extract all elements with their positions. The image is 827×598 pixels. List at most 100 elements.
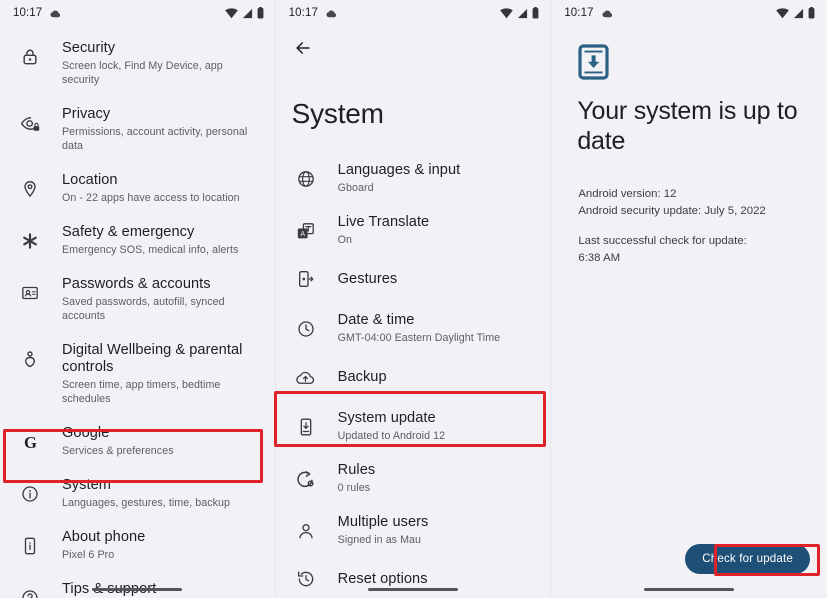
list-item-text: Google Services & preferences: [62, 424, 174, 458]
lock-icon: [16, 43, 44, 71]
list-item[interactable]: Passwords & accounts Saved passwords, aut…: [0, 266, 276, 332]
list-item[interactable]: System Languages, gestures, time, backup: [0, 467, 276, 519]
list-item-title: Digital Wellbeing & parental controls: [62, 342, 243, 375]
list-item[interactable]: A Live Translate On: [276, 204, 552, 256]
home-indicator-right: [644, 587, 734, 591]
wifi-icon: [500, 7, 514, 19]
list-item-text: Multiple users Signed in as Mau: [338, 513, 429, 547]
status-bar-middle: 10:17: [276, 0, 552, 26]
status-bar-right: 10:17: [551, 0, 827, 26]
list-item[interactable]: Digital Wellbeing & parental controls Scr…: [0, 332, 276, 415]
status-time: 10:17: [288, 7, 318, 19]
gestures-icon: [292, 265, 320, 293]
list-item-text: Rules 0 rules: [338, 461, 376, 495]
list-item[interactable]: Gestures: [276, 256, 552, 302]
battery-icon: [808, 7, 815, 19]
list-item-title: Security: [62, 40, 116, 56]
status-icons-middle: [500, 7, 539, 19]
list-item-subtitle: On: [337, 234, 353, 246]
list-item-subtitle: On - 22 apps have access to location: [62, 192, 240, 204]
system-info-icon: [16, 480, 44, 508]
list-item-title: Privacy: [62, 106, 111, 122]
panel-system: 10:17 System Languages & input Gboard A Liv…: [275, 0, 552, 598]
status-bar-left: 10:17: [0, 0, 276, 26]
clock-icon: [292, 315, 320, 343]
wifi-icon: [776, 7, 789, 19]
cloud-icon: [600, 9, 613, 18]
list-item-subtitle: GMT-04:00 Eastern Daylight Time: [337, 332, 501, 344]
list-item-subtitle: Emergency SOS, medical info, alerts: [62, 244, 239, 256]
list-item-text: System Languages, gestures, time, backup: [62, 476, 230, 510]
battery-icon: [532, 7, 539, 19]
list-item[interactable]: Tips & supportHelp articles, phone & cha…: [0, 571, 276, 598]
status-time: 10:17: [13, 7, 43, 19]
page-title: System: [291, 98, 384, 129]
list-item-title: Date & time: [337, 312, 415, 328]
status-icons-left: [224, 7, 264, 19]
cloud-icon: [48, 9, 61, 18]
list-item-subtitle: Screen lock, Find My Device, app securit…: [62, 60, 223, 86]
list-item-text: Date & time GMT-04:00 Eastern Daylight Ti…: [338, 311, 501, 345]
list-item-text: Security Screen lock, Find My Device, app…: [62, 39, 262, 87]
list-item-subtitle: Languages, gestures, time, backup: [62, 497, 231, 509]
list-item[interactable]: Reset options: [276, 556, 552, 598]
list-item-title: Multiple users: [337, 514, 429, 530]
list-item-title: About phone: [62, 529, 146, 545]
android-version-line: Android version: 12: [578, 188, 677, 200]
back-arrow-icon[interactable]: [288, 33, 318, 63]
digital-wellbeing-icon: [16, 345, 44, 373]
list-item-title: Google: [62, 425, 110, 441]
list-item-text: Digital Wellbeing & parental controls Scr…: [62, 341, 262, 406]
google-g-icon: G: [16, 428, 44, 456]
list-item[interactable]: Security Screen lock, Find My Device, app…: [0, 30, 276, 96]
list-item-subtitle: Signed in as Mau: [337, 534, 422, 546]
list-item[interactable]: Date & time GMT-04:00 Eastern Daylight Ti…: [276, 302, 552, 354]
list-item[interactable]: Multiple users Signed in as Mau: [276, 504, 552, 556]
phone-download-icon: [578, 44, 609, 80]
list-item[interactable]: Location On - 22 apps have access to loca…: [0, 162, 276, 214]
list-item[interactable]: G Google Services & preferences: [0, 415, 276, 467]
list-item-text: Privacy Permissions, account activity, pe…: [62, 105, 262, 153]
check-for-update-button[interactable]: Check for update: [685, 544, 810, 574]
list-item-title: Backup: [337, 369, 387, 385]
list-item-subtitle: Screen time, app timers, bedtime schedul…: [62, 379, 221, 405]
list-item-text: Backup: [338, 363, 387, 391]
status-time: 10:17: [564, 7, 594, 19]
update-details: Android version: 12 Android security upd…: [578, 186, 809, 266]
panel-system-update: 10:17 Your system is up to date Android …: [551, 0, 827, 598]
list-item[interactable]: About phone Pixel 6 Pro: [0, 519, 276, 571]
live-translate-icon: A: [292, 217, 320, 245]
rules-icon: [292, 465, 320, 493]
list-item[interactable]: Backup: [276, 354, 552, 400]
list-item-subtitle: Permissions, account activity, personal …: [62, 126, 248, 152]
list-item-title: Safety & emergency: [62, 224, 195, 240]
backup-cloud-icon: [292, 363, 320, 391]
panel-settings: 10:17 Security Screen lock, Find My Devic…: [0, 0, 276, 598]
cloud-icon: [324, 9, 337, 18]
list-item-subtitle: Gboard: [337, 182, 374, 194]
update-status-heading: Your system is up to date: [577, 97, 798, 155]
svg-text:G: G: [24, 433, 37, 452]
last-check-time: 6:38 AM: [578, 251, 621, 264]
list-item-subtitle: Services & preferences: [62, 445, 174, 457]
reset-options-icon: [292, 565, 320, 593]
list-item-title: System: [62, 477, 111, 493]
list-item[interactable]: Safety & emergency Emergency SOS, medical…: [0, 214, 276, 266]
list-item[interactable]: Rules 0 rules: [276, 452, 552, 504]
list-item[interactable]: Privacy Permissions, account activity, pe…: [0, 96, 276, 162]
list-item-text: Live Translate On: [338, 213, 430, 247]
multiple-users-icon: [292, 517, 320, 545]
list-item-subtitle: Pixel 6 Pro: [62, 549, 115, 561]
security-update-line: Android security update: July 5, 2022: [578, 204, 766, 217]
list-item[interactable]: System update Updated to Android 12: [276, 400, 552, 452]
globe-icon: [292, 165, 320, 193]
svg-text:A: A: [301, 231, 306, 238]
system-item-list: Languages & input Gboard A Live Translate On…: [276, 152, 552, 598]
home-indicator-left: [92, 587, 182, 591]
list-item-text: About phone Pixel 6 Pro: [62, 528, 145, 562]
tips-support-icon: [16, 584, 44, 598]
list-item-title: Live Translate: [337, 214, 430, 230]
privacy-eye-icon: [16, 109, 44, 137]
list-item-text: System update Updated to Android 12: [338, 409, 445, 443]
list-item[interactable]: Languages & input Gboard: [276, 152, 552, 204]
